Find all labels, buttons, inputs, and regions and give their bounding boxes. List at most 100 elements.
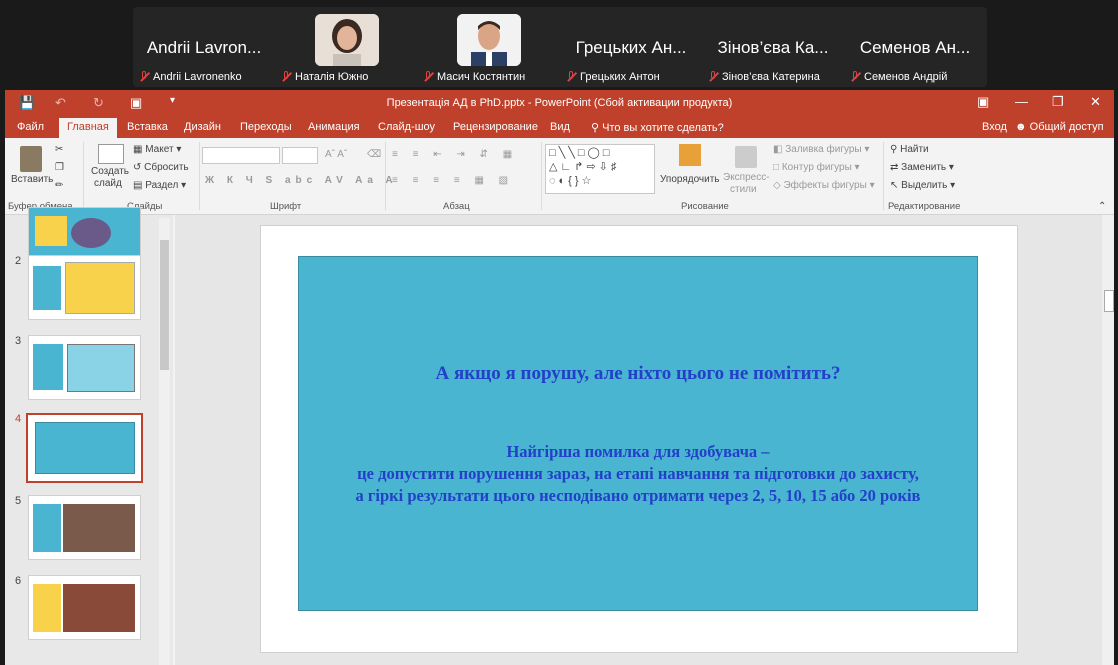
participant-label: Масич Костянтин — [437, 71, 526, 83]
thumb-text-block — [65, 262, 135, 314]
arrange-icon[interactable] — [679, 144, 701, 166]
minimize-icon[interactable]: — — [1015, 94, 1028, 109]
group-drawing: Рисование — [681, 201, 729, 212]
slide-thumbnail[interactable] — [28, 575, 141, 640]
slide-number: 5 — [15, 495, 22, 507]
find-button[interactable]: ⚲ Найти — [890, 144, 929, 155]
muted-mic-icon — [708, 71, 718, 83]
participant-video — [315, 14, 379, 66]
slide-thumbnails-panel: 2 3 4 5 6 — [5, 207, 173, 665]
slide-editor: А якщо я порушу, але ніхто цього не помі… — [175, 215, 1102, 665]
ribbon: Вставить ✂ ❐ ✏ Буфер обмена Создать слай… — [5, 138, 1114, 215]
divider — [883, 142, 884, 210]
font-size-input[interactable] — [282, 147, 318, 164]
editor-scrollbar[interactable] — [1102, 215, 1114, 665]
participant-label: Andrii Lavronenko — [153, 71, 242, 83]
answer-line: Найгірша помилка для здобувача – — [506, 442, 770, 461]
answer-line: це допустити порушення зараз, на етапі н… — [357, 464, 919, 483]
powerpoint-window: 💾 ↶ ↻ ▣ ▾ Презентація АД в PhD.pptx - Po… — [5, 90, 1114, 665]
font-name-input[interactable] — [202, 147, 280, 164]
share-button[interactable]: ☻ Общий доступ — [1015, 121, 1104, 133]
thumb-photo — [71, 218, 111, 248]
shapes-gallery[interactable]: □╲╲□◯□ △∟↱⇨⇩♯ ◌◐{}☆ — [545, 144, 655, 194]
tell-me-box[interactable]: ⚲ Что вы хотите сделать? — [591, 121, 724, 134]
participant-label: Наталія Южно — [295, 71, 369, 83]
quick-styles-label: стили — [730, 184, 757, 195]
paste-button[interactable]: Вставить — [11, 174, 53, 185]
thumb-text-block — [33, 504, 61, 552]
section-button[interactable]: ▤ Раздел ▾ — [133, 180, 186, 191]
divider — [541, 142, 542, 210]
new-slide-icon[interactable] — [98, 144, 124, 164]
answer-line: а гіркі результати цього несподівано отр… — [355, 486, 921, 505]
tab-animations[interactable]: Анимация — [308, 121, 360, 133]
cut-icon[interactable]: ✂ — [55, 144, 63, 155]
muted-mic-icon — [850, 71, 860, 83]
thumb-text-block — [33, 584, 61, 632]
slide-canvas[interactable]: А якщо я порушу, але ніхто цього не помі… — [260, 225, 1018, 653]
muted-mic-icon — [566, 71, 576, 83]
sign-in-link[interactable]: Вход — [982, 121, 1007, 133]
slide-content-box[interactable]: А якщо я порушу, але ніхто цього не помі… — [298, 256, 978, 611]
thumb-text-block — [35, 422, 135, 474]
participant-video — [457, 14, 521, 66]
shape-effects-button[interactable]: ◇ Эффекты фигуры ▾ — [773, 180, 875, 191]
quick-styles-icon[interactable] — [735, 146, 757, 168]
participant-tile[interactable]: Наталія Южно — [275, 7, 417, 87]
align-buttons[interactable]: ≡ ≡ ≡ ≡ ▦ ▧ — [392, 175, 514, 186]
ribbon-display-options-icon[interactable]: ▣ — [977, 94, 989, 110]
participant-tile[interactable]: Грецьких Ан... Грецьких Антон — [560, 7, 702, 87]
participant-tile[interactable]: Масич Костянтин — [417, 7, 559, 87]
slide-number: 4 — [15, 413, 22, 425]
list-buttons[interactable]: ≡ ≡ ⇤ ⇥ ⇵ ▦ — [392, 149, 518, 160]
slide-answer: Найгірша помилка для здобувача – це допу… — [299, 441, 977, 507]
tab-review[interactable]: Рецензирование — [453, 121, 538, 133]
ribbon-tabs: Файл Главная Вставка Дизайн Переходы Ани… — [5, 118, 1114, 138]
slide-thumbnail[interactable] — [28, 495, 141, 560]
lightbulb-icon: ⚲ — [591, 122, 603, 134]
tab-design[interactable]: Дизайн — [184, 121, 221, 133]
thumb-photo — [63, 584, 135, 632]
divider — [199, 142, 200, 210]
format-painter-icon[interactable]: ✏ — [55, 180, 63, 191]
new-slide-button[interactable]: Создать — [91, 166, 129, 177]
new-slide-label: слайд — [94, 178, 122, 189]
select-button[interactable]: ↖ Выделить ▾ — [890, 180, 955, 191]
tab-transitions[interactable]: Переходы — [240, 121, 292, 133]
slide-thumbnail[interactable] — [28, 335, 141, 400]
shape-fill-button[interactable]: ◧ Заливка фигуры ▾ — [773, 144, 869, 155]
slide-thumbnail-selected[interactable] — [26, 413, 143, 483]
shape-outline-button[interactable]: □ Контур фигуры ▾ — [773, 162, 860, 173]
participant-display-name: Семенов Ан... — [859, 38, 971, 57]
participant-tile[interactable]: Andrii Lavron... Andrii Lavronenko — [133, 7, 275, 87]
slide-number: 3 — [15, 335, 22, 347]
paste-icon[interactable] — [20, 146, 42, 172]
scrollbar-thumb[interactable] — [1104, 290, 1114, 312]
layout-button[interactable]: ▦ Макет ▾ — [133, 144, 181, 155]
divider — [385, 142, 386, 210]
slide-thumbnail[interactable] — [28, 255, 141, 320]
thumb-photo — [63, 504, 135, 552]
close-icon[interactable]: ✕ — [1090, 94, 1101, 110]
replace-button[interactable]: ⇄ Заменить ▾ — [890, 162, 954, 173]
restore-icon[interactable]: ❐ — [1052, 94, 1064, 110]
participant-display-name: Andrii Lavron... — [146, 38, 262, 57]
font-format-buttons[interactable]: Ж К Ч S abc AV Aa A — [205, 175, 398, 186]
tab-insert[interactable]: Вставка — [127, 121, 168, 133]
participant-tile[interactable]: Зінов’єва Ка... Зінов’єва Катерина — [702, 7, 844, 87]
clear-formatting-icon[interactable]: ⌫ — [367, 149, 381, 160]
tab-file[interactable]: Файл — [17, 121, 44, 133]
arrange-button[interactable]: Упорядочить — [660, 174, 720, 185]
reset-button[interactable]: ↺ Сбросить — [133, 162, 189, 173]
participant-label: Зінов’єва Катерина — [722, 71, 820, 83]
tab-view[interactable]: Вид — [550, 121, 570, 133]
collapse-ribbon-icon[interactable]: ⌃ — [1098, 201, 1106, 212]
copy-icon[interactable]: ❐ — [55, 162, 64, 173]
scrollbar-thumb[interactable] — [160, 240, 169, 370]
tab-slideshow[interactable]: Слайд-шоу — [378, 121, 435, 133]
tab-home[interactable]: Главная — [59, 118, 117, 138]
increase-font-icon[interactable]: Aˆ Aˇ — [325, 149, 347, 160]
divider — [83, 142, 84, 210]
quick-styles-button[interactable]: Экспресс- — [723, 172, 770, 183]
participant-tile[interactable]: Семенов Ан... Семенов Андрій — [844, 7, 986, 87]
